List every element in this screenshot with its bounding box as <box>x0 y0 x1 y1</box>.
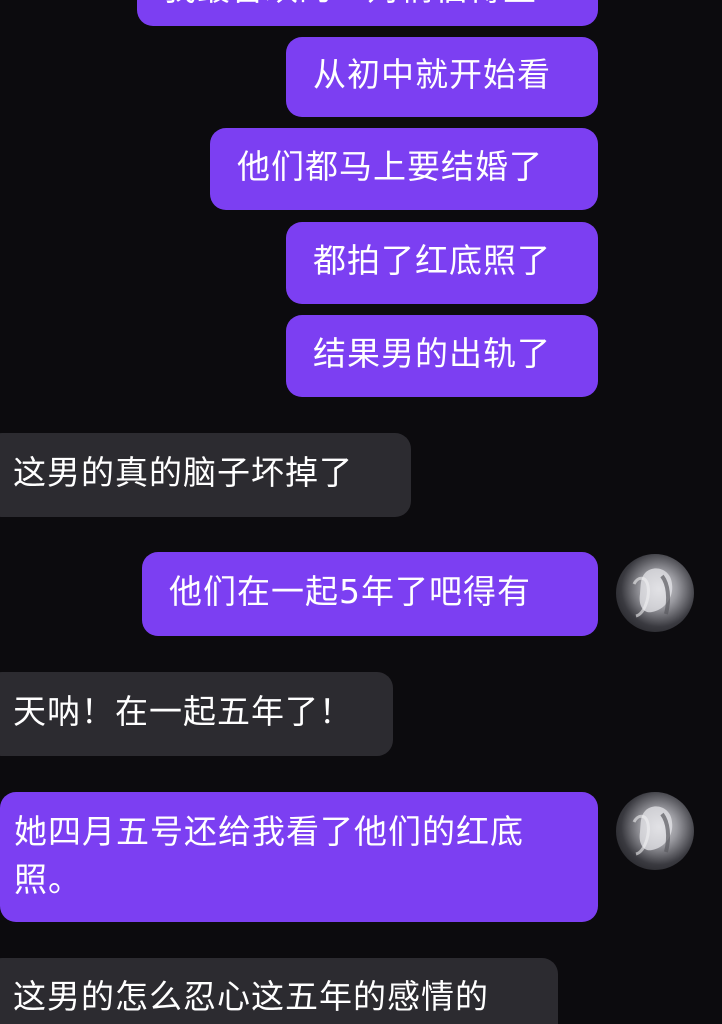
sent-message-bubble[interactable]: 我最喜欢的一对情侣博主 <box>137 0 598 26</box>
message-text: 这男的真的脑子坏掉了 <box>13 453 353 492</box>
sent-message-bubble[interactable]: 他们在一起5年了吧得有 <box>142 552 598 636</box>
message-text-line: 她四月五号还给我看了他们的红底 <box>14 812 524 851</box>
message-text: 我最喜欢的一对情侣博主 <box>163 0 537 8</box>
message-text: 他们在一起5年了吧得有 <box>169 572 531 611</box>
received-message-bubble[interactable]: 天呐！在一起五年了！ <box>0 672 393 756</box>
avatar-image <box>632 806 673 856</box>
sent-message-bubble[interactable]: 从初中就开始看 <box>286 37 598 117</box>
sent-message-bubble[interactable]: 她四月五号还给我看了他们的红底 照。 <box>0 792 598 922</box>
user-avatar-icon[interactable] <box>616 554 694 632</box>
avatar-image <box>632 568 673 618</box>
message-text: 这男的怎么忍心这五年的感情的 <box>13 977 489 1016</box>
received-message-bubble[interactable]: 这男的真的脑子坏掉了 <box>0 433 411 517</box>
message-text-line: 照。 <box>14 860 82 899</box>
message-text: 天呐！在一起五年了！ <box>13 692 353 731</box>
message-text: 都拍了红底照了 <box>313 241 551 280</box>
sent-message-bubble[interactable]: 都拍了红底照了 <box>286 222 598 304</box>
received-message-bubble[interactable]: 这男的怎么忍心这五年的感情的 <box>0 958 558 1024</box>
message-text: 他们都马上要结婚了 <box>237 147 543 186</box>
sent-message-bubble[interactable]: 他们都马上要结婚了 <box>210 128 598 210</box>
chat-conversation: 我最喜欢的一对情侣博主 从初中就开始看 他们都马上要结婚了 都拍了红底照了 结果… <box>0 0 722 1024</box>
sent-message-bubble[interactable]: 结果男的出轨了 <box>286 315 598 397</box>
message-text: 结果男的出轨了 <box>313 334 551 373</box>
user-avatar-icon[interactable] <box>616 792 694 870</box>
message-text: 从初中就开始看 <box>313 55 551 94</box>
